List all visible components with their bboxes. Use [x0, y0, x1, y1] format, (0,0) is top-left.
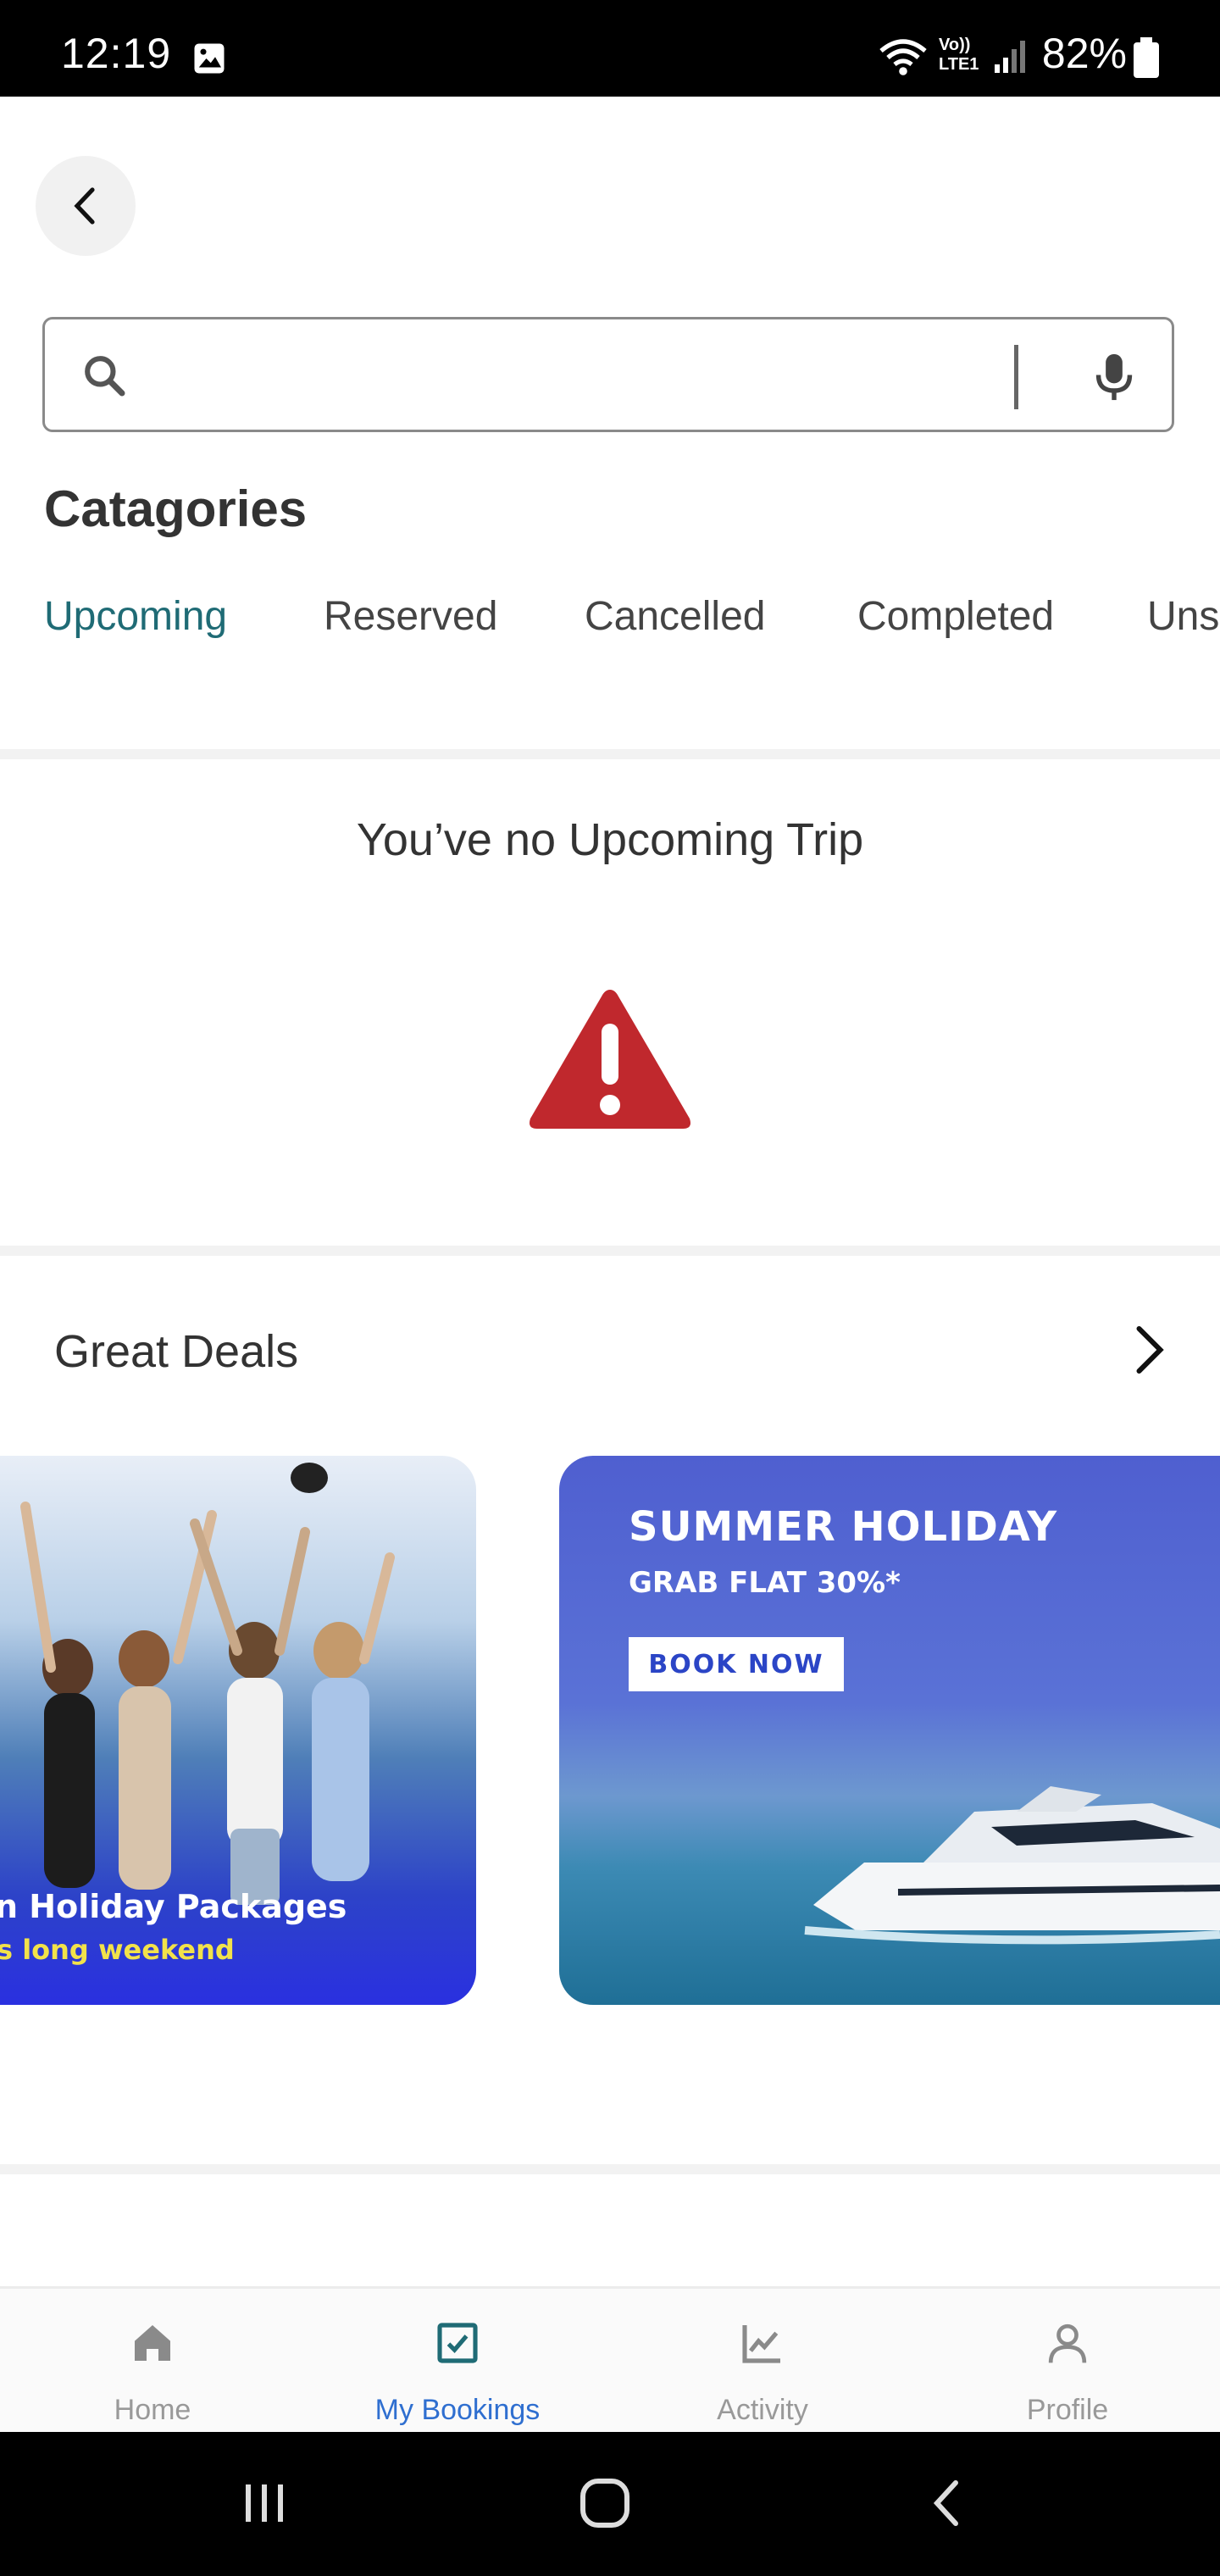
battery-icon — [1134, 37, 1159, 78]
search-bar[interactable] — [42, 317, 1174, 432]
status-time: 12:19 — [61, 30, 172, 77]
holiday-packages-banner[interactable]: n Holiday Packages s long weekend — [0, 1456, 476, 2005]
section-divider — [0, 749, 1220, 759]
system-navigation-bar — [0, 2432, 1220, 2576]
chevron-right-icon[interactable] — [1128, 1322, 1171, 1378]
home-button-icon[interactable] — [578, 2476, 632, 2530]
banner-left-title: n Holiday Packages — [0, 1888, 347, 1925]
bottom-navigation: Home My Bookings Activity Profile — [0, 2286, 1220, 2432]
summer-holiday-banner[interactable]: SUMMER HOLIDAY GRAB FLAT 30%* BOOK NOW — [559, 1456, 1220, 2005]
network-type: Vo)) LTE1 — [939, 36, 979, 74]
recent-apps-icon[interactable] — [239, 2478, 290, 2529]
nav-home-label: Home — [114, 2394, 191, 2426]
section-divider — [0, 2164, 1220, 2174]
tab-unsuccessful[interactable]: Uns — [1147, 593, 1219, 640]
tab-cancelled[interactable]: Cancelled — [585, 593, 765, 640]
back-button[interactable] — [36, 156, 136, 256]
section-divider — [0, 1246, 1220, 1256]
bookings-icon — [305, 2319, 610, 2379]
banner-left-subtitle: s long weekend — [0, 1934, 235, 1966]
nav-my-bookings-label: My Bookings — [374, 2394, 541, 2426]
microphone-icon[interactable] — [1089, 350, 1140, 404]
categories-title: Catagories — [44, 480, 308, 537]
signal-icon — [995, 41, 1025, 73]
back-nav-icon[interactable] — [925, 2476, 968, 2530]
search-input[interactable] — [172, 343, 1023, 408]
nav-home[interactable]: Home — [0, 2289, 305, 2434]
tab-completed[interactable]: Completed — [857, 593, 1054, 640]
search-divider — [1014, 345, 1018, 409]
activity-chart-icon — [610, 2319, 915, 2379]
nav-profile[interactable]: Profile — [915, 2289, 1220, 2434]
warning-icon — [530, 990, 690, 1129]
empty-state-message: You’ve no Upcoming Trip — [356, 814, 864, 865]
chevron-left-icon — [74, 187, 95, 225]
battery-percent: 82% — [1041, 30, 1127, 77]
tab-upcoming[interactable]: Upcoming — [44, 593, 227, 640]
nav-my-bookings[interactable]: My Bookings — [305, 2289, 610, 2434]
gallery-notification-icon — [194, 43, 225, 74]
nav-profile-label: Profile — [1026, 2394, 1109, 2426]
book-now-button[interactable]: BOOK NOW — [629, 1637, 844, 1691]
tab-reserved[interactable]: Reserved — [324, 593, 497, 640]
wifi-icon — [879, 39, 927, 75]
banner-right-subtitle: GRAB FLAT 30%* — [629, 1566, 901, 1600]
yacht-image — [804, 1786, 1220, 1945]
profile-icon — [915, 2319, 1220, 2379]
great-deals-title: Great Deals — [54, 1326, 299, 1377]
home-icon — [0, 2319, 305, 2379]
nav-activity[interactable]: Activity — [610, 2289, 915, 2434]
banner-right-title: SUMMER HOLIDAY — [629, 1503, 1058, 1551]
status-bar: 12:19 Vo)) LTE1 82% — [0, 0, 1220, 97]
search-icon — [85, 356, 125, 397]
nav-activity-label: Activity — [717, 2394, 808, 2426]
